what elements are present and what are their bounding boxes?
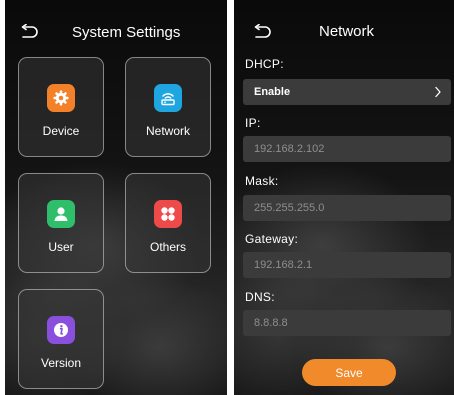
device-tile[interactable]: Device bbox=[18, 57, 104, 157]
page-title: Network bbox=[319, 23, 375, 40]
ip-label: IP: bbox=[245, 116, 261, 130]
others-tile[interactable]: Others bbox=[125, 173, 211, 273]
dns-field[interactable]: 8.8.8.8 bbox=[243, 310, 451, 336]
system-settings-screen: System Settings Device Network User Othe… bbox=[5, 0, 227, 395]
page-title: System Settings bbox=[72, 24, 181, 41]
ip-field[interactable]: 192.168.2.102 bbox=[243, 136, 451, 162]
mask-label: Mask: bbox=[245, 174, 279, 188]
dhcp-select[interactable]: Enable bbox=[243, 79, 451, 105]
dhcp-label: DHCP: bbox=[245, 57, 284, 71]
network-tile[interactable]: Network bbox=[125, 57, 211, 157]
gear-icon bbox=[47, 84, 75, 112]
network-label: Network bbox=[145, 124, 190, 138]
others-label: Others bbox=[149, 240, 186, 254]
router-icon bbox=[154, 84, 182, 112]
network-screen: Network DHCP: Enable IP: 192.168.2.102 M… bbox=[234, 0, 454, 395]
user-icon bbox=[47, 200, 75, 228]
version-label: Version bbox=[40, 356, 82, 370]
info-icon bbox=[47, 316, 75, 344]
gateway-placeholder: 192.168.2.1 bbox=[254, 259, 313, 271]
gateway-label: Gateway: bbox=[245, 232, 299, 246]
save-button[interactable]: Save bbox=[302, 359, 396, 386]
dhcp-value: Enable bbox=[254, 86, 291, 98]
gateway-field[interactable]: 192.168.2.1 bbox=[243, 252, 451, 278]
device-label: Device bbox=[42, 124, 80, 138]
version-tile[interactable]: Version bbox=[18, 289, 104, 389]
back-arrow-icon[interactable] bbox=[252, 24, 272, 40]
user-tile[interactable]: User bbox=[18, 173, 104, 273]
grid-icon bbox=[154, 200, 182, 228]
chevron-right-icon bbox=[435, 86, 441, 98]
mask-placeholder: 255.255.255.0 bbox=[254, 202, 325, 214]
mask-field[interactable]: 255.255.255.0 bbox=[243, 195, 451, 221]
user-label: User bbox=[48, 240, 74, 254]
dns-label: DNS: bbox=[245, 290, 275, 304]
dns-placeholder: 8.8.8.8 bbox=[254, 317, 288, 329]
ip-placeholder: 192.168.2.102 bbox=[254, 143, 325, 155]
back-arrow-icon[interactable] bbox=[19, 24, 39, 40]
